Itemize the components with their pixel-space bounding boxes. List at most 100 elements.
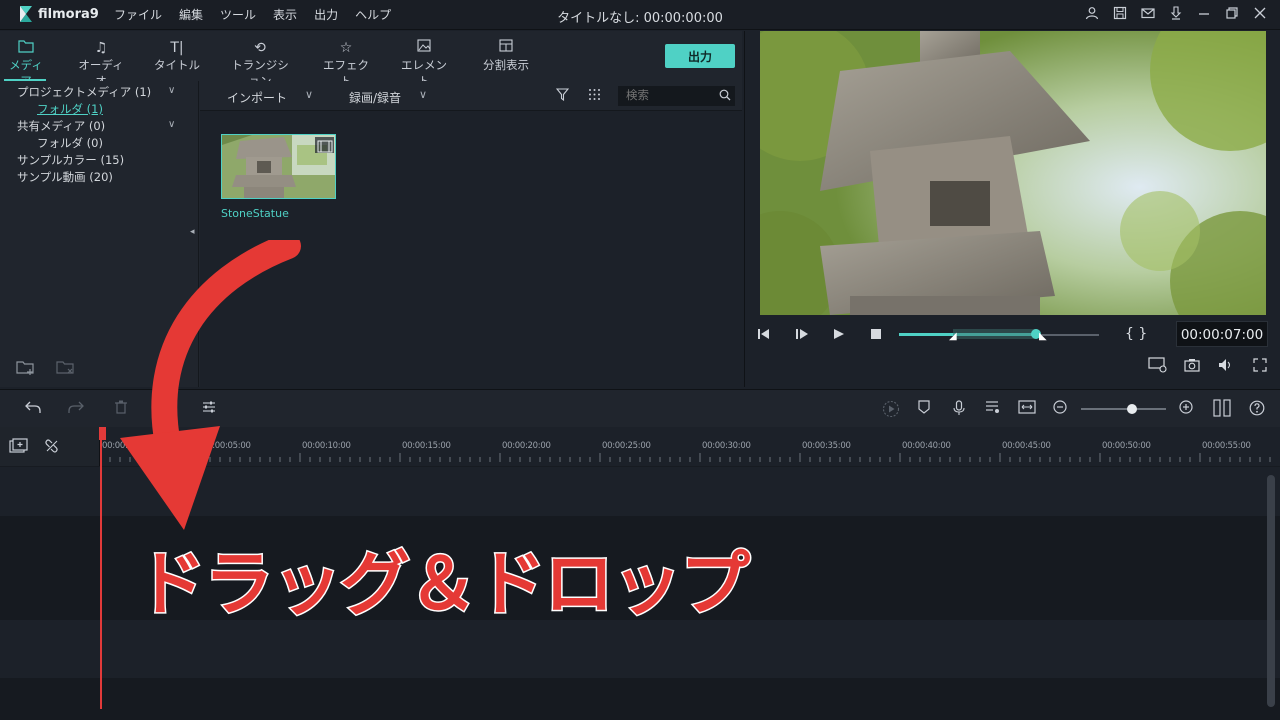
search-icon[interactable] (719, 89, 731, 104)
drag-arrow-annotation (120, 240, 301, 530)
ruler-tick-label: 00:00:45:00 (1002, 441, 1051, 451)
split-screen-icon (478, 39, 534, 57)
zoom-out-icon[interactable] (1053, 400, 1067, 418)
menu-tools[interactable]: ツール (220, 6, 256, 23)
mail-icon[interactable] (1140, 6, 1156, 22)
pause-layout-icon[interactable] (1213, 399, 1231, 421)
app-logo: filmora9 (18, 5, 99, 23)
stop-icon[interactable] (870, 328, 882, 344)
tree-folder-0[interactable]: フォルダ (0) (37, 135, 103, 151)
chevron-down-icon[interactable]: ∨ (168, 119, 175, 130)
microphone-icon[interactable] (953, 400, 965, 420)
previous-frame-icon[interactable] (757, 328, 771, 344)
render-preview-icon[interactable] (1148, 357, 1168, 377)
preview-panel: ◢ ◣ { } 00:00:07:00 (744, 31, 1280, 387)
marker-icon[interactable] (918, 400, 930, 418)
drag-and-drop-caption: ドラッグ＆ドロップ (135, 542, 752, 627)
tree-sample-colors[interactable]: サンプルカラー (15) (17, 152, 124, 168)
chevron-down-icon[interactable]: ∨ (168, 85, 175, 96)
close-icon[interactable] (1252, 6, 1268, 22)
folder-icon (6, 39, 46, 57)
zoom-slider-handle[interactable] (1127, 404, 1137, 414)
ruler-tick-label: 00:00:40:00 (902, 441, 951, 451)
media-toolbar: インポート ∨ 録画/録音 ∨ (200, 81, 742, 111)
search-input[interactable] (618, 86, 735, 106)
snapshot-camera-icon[interactable] (1184, 358, 1200, 376)
redo-icon[interactable] (68, 400, 84, 418)
undo-icon[interactable] (25, 400, 41, 418)
in-point-marker-icon[interactable]: ◢ (949, 331, 957, 342)
menu-export[interactable]: 出力 (314, 6, 338, 23)
tree-shared-media[interactable]: 共有メディア (0) (17, 118, 105, 134)
tree-sample-videos[interactable]: サンプル動画 (20) (17, 169, 113, 185)
restore-icon[interactable] (1224, 6, 1240, 22)
minimize-icon[interactable] (1196, 6, 1212, 22)
chevron-down-icon[interactable]: ∨ (419, 88, 427, 101)
filter-icon[interactable] (555, 88, 570, 104)
chevron-down-icon[interactable]: ∨ (305, 88, 313, 101)
playhead-handle[interactable] (99, 427, 106, 440)
ruler-tick-label: 00:00:25:00 (602, 441, 651, 451)
record-dropdown[interactable]: 録画/録音 (349, 89, 401, 106)
preview-range-selection (953, 329, 1037, 339)
delete-folder-icon[interactable] (56, 359, 78, 377)
play-frame-icon[interactable] (795, 328, 809, 344)
timeline-scrollbar[interactable] (1267, 475, 1275, 707)
play-icon[interactable] (833, 328, 845, 344)
collapse-panel-icon[interactable]: ◂ (190, 227, 195, 237)
app-logo-text: filmora9 (38, 6, 99, 22)
library-tabs: メディア ♫ オーディオ T| タイトル ⟲ トランジション ☆ エフェクト エ… (0, 31, 742, 88)
window-controls (1084, 6, 1268, 22)
document-title: タイトルなし: 00:00:00:00 (557, 11, 723, 26)
media-thumbnail[interactable] (221, 134, 336, 199)
playhead[interactable] (100, 427, 102, 709)
menu-file[interactable]: ファイル (114, 6, 162, 23)
import-dropdown[interactable]: インポート (227, 89, 287, 106)
stone-statue-frame (760, 31, 1266, 315)
export-button[interactable]: 出力 (665, 44, 735, 68)
preview-timecode: 00:00:07:00 (1176, 321, 1268, 347)
tree-project-media[interactable]: プロジェクトメディア (1) (17, 84, 151, 100)
app-window: filmora9 ファイル 編集 ツール 表示 出力 ヘルプ タイトルなし: 0… (0, 0, 1280, 720)
ruler-tick-label: 00:00:30:00 (702, 441, 751, 451)
unlink-icon[interactable] (44, 438, 60, 458)
ruler-tick-label: 00:00:35:00 (802, 441, 851, 451)
tab-label: 分割表示 (483, 58, 529, 72)
transition-icon: ⟲ (254, 40, 266, 56)
out-point-marker-icon[interactable]: ◣ (1039, 331, 1047, 342)
folder-actions (16, 359, 78, 377)
volume-icon[interactable] (1218, 358, 1234, 376)
render-icon[interactable] (882, 400, 900, 422)
menu-help[interactable]: ヘルプ (355, 6, 391, 23)
media-item-name: StoneStatue (221, 207, 289, 220)
text-icon: T| (170, 40, 184, 56)
image-icon (398, 39, 450, 57)
zoom-slider[interactable] (1081, 408, 1166, 410)
grid-view-icon[interactable] (588, 88, 601, 104)
menu-edit[interactable]: 編集 (179, 6, 203, 23)
filmora-logo-icon (20, 6, 32, 22)
user-icon[interactable] (1084, 6, 1100, 22)
help-icon[interactable] (1249, 400, 1265, 420)
tab-split-screen[interactable]: 分割表示 (478, 39, 534, 73)
tab-title[interactable]: T| タイトル (154, 39, 200, 73)
video-preview (760, 31, 1266, 315)
ruler-tick-label: 00:00:50:00 (1102, 441, 1151, 451)
new-folder-icon[interactable] (16, 359, 38, 377)
music-note-icon: ♫ (94, 40, 108, 56)
voiceover-list-icon[interactable] (985, 400, 1001, 418)
menu-view[interactable]: 表示 (273, 6, 297, 23)
save-icon[interactable] (1112, 6, 1128, 22)
empty-track-area[interactable] (0, 678, 1280, 720)
film-icon (317, 138, 333, 153)
menu-bar: ファイル 編集 ツール 表示 出力 ヘルプ (114, 6, 408, 23)
tree-folder-1[interactable]: フォルダ (1) (37, 101, 103, 117)
fit-timeline-icon[interactable] (1018, 400, 1036, 418)
mark-in-out-icon[interactable]: { } (1125, 326, 1147, 342)
ruler-tick-label: 00:00:20:00 (502, 441, 551, 451)
download-icon[interactable] (1168, 6, 1184, 22)
fullscreen-icon[interactable] (1253, 358, 1267, 376)
add-track-icon[interactable] (9, 438, 29, 458)
zoom-in-icon[interactable] (1179, 400, 1193, 418)
tab-label: タイトル (154, 58, 200, 72)
